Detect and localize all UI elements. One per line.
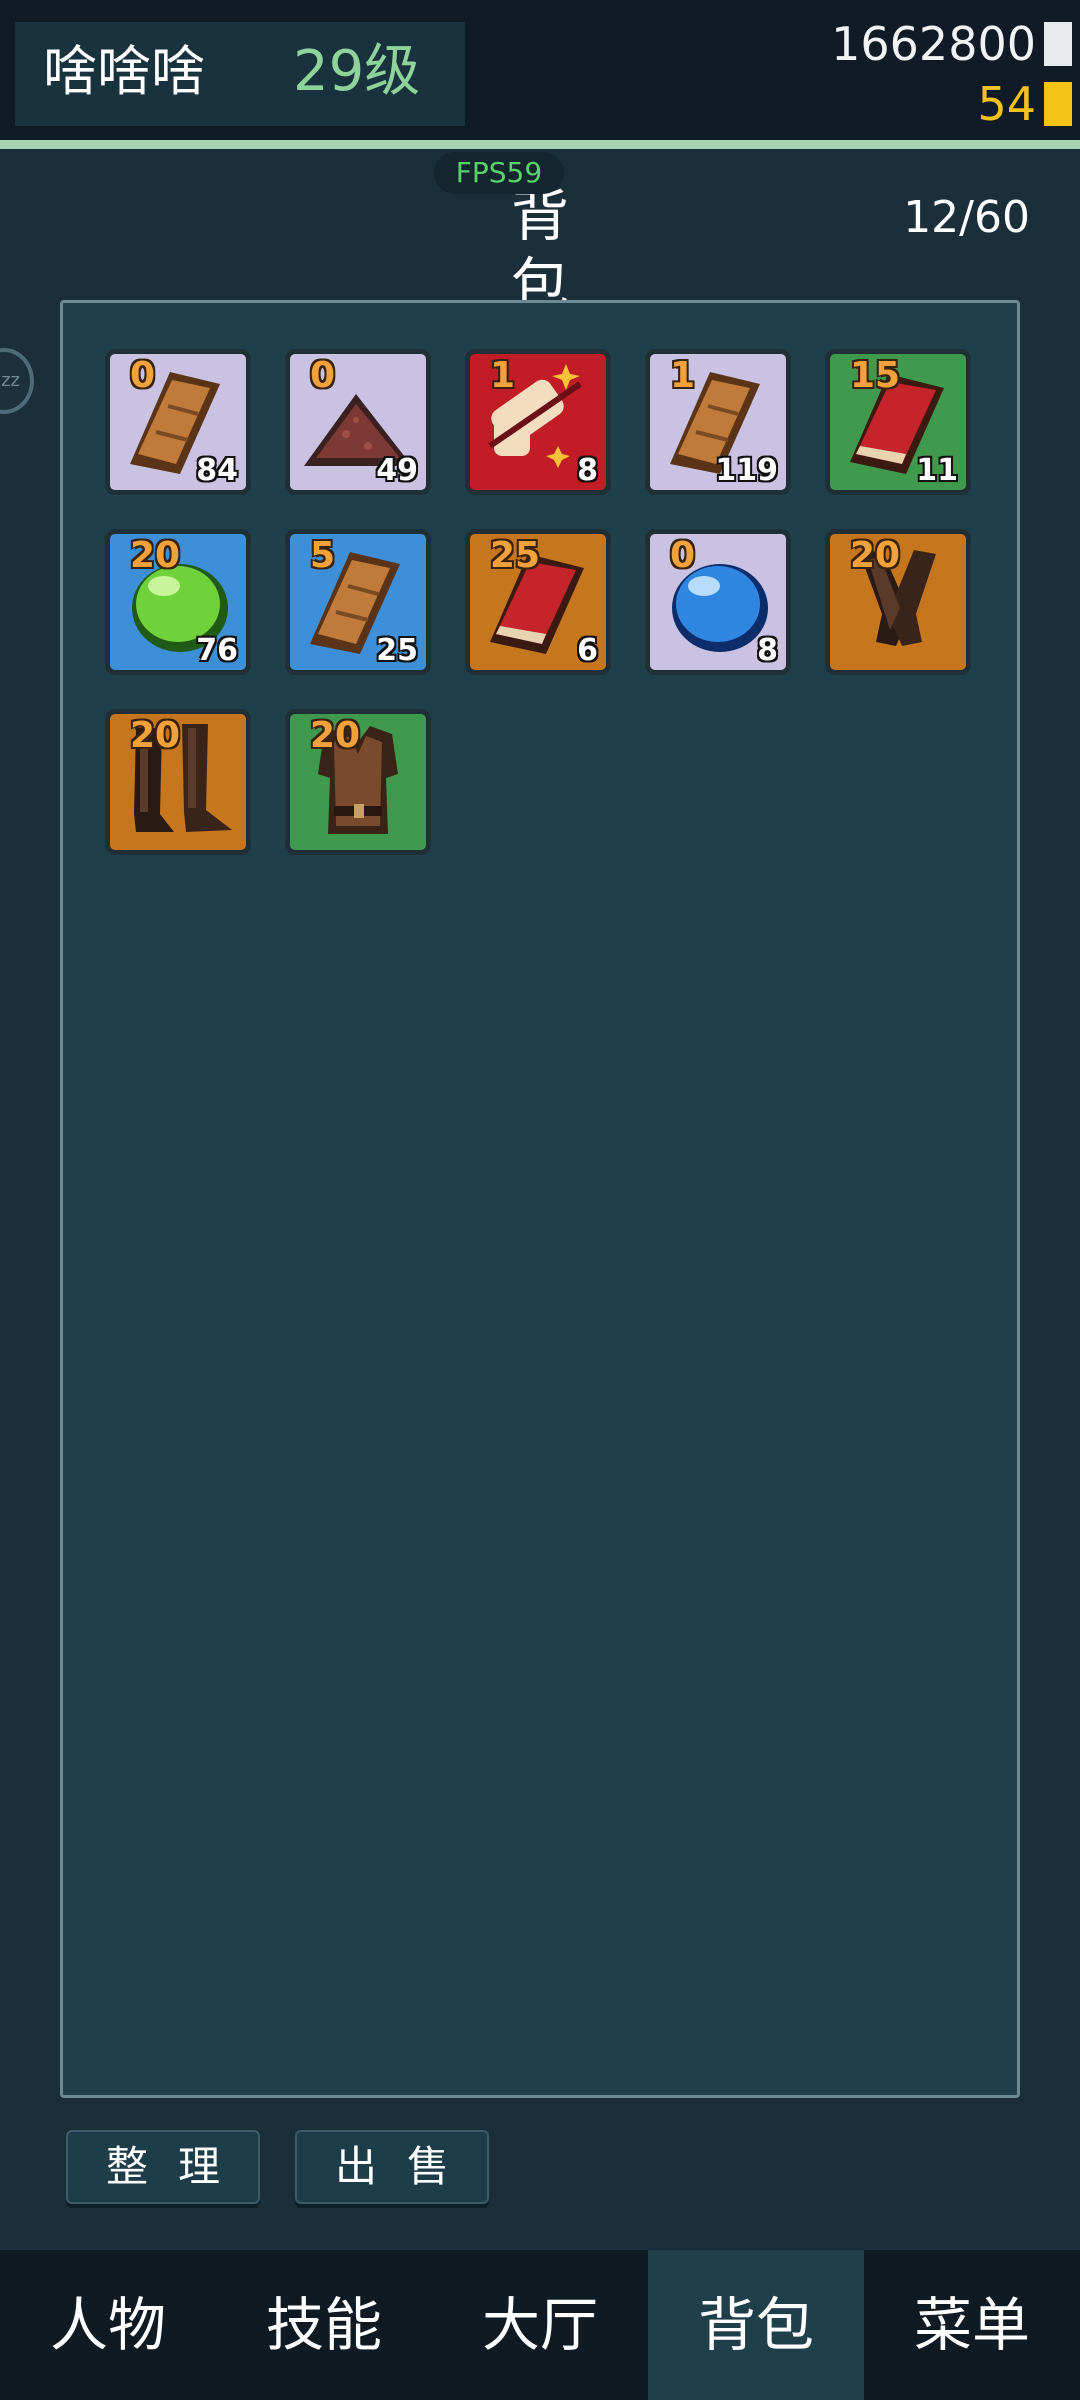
item-quantity: 6: [577, 633, 598, 668]
coin-icon: [1044, 22, 1072, 66]
header-divider: [0, 140, 1080, 149]
gem-counter: 54: [977, 77, 1072, 131]
enhance-level: 1: [490, 355, 516, 396]
item-quantity: 84: [196, 453, 238, 488]
inventory-slot[interactable]: 15 11: [825, 349, 971, 495]
inventory-slot[interactable]: 0 8: [645, 529, 791, 675]
inventory-slot[interactable]: 25 6: [465, 529, 611, 675]
gem-amount: 54: [977, 77, 1036, 131]
page-title: 背包: [510, 181, 609, 319]
enhance-level: 1: [670, 355, 696, 396]
sleep-badge-icon[interactable]: zz: [0, 348, 34, 414]
item-quantity: 49: [376, 453, 418, 488]
nav-tab-skills[interactable]: 技能: [216, 2250, 432, 2400]
item-quantity: 76: [196, 633, 238, 668]
inventory-slot[interactable]: 20: [825, 529, 971, 675]
gem-icon: [1044, 82, 1072, 126]
inventory-panel: 0 84 0 49 1 8 1 119 15 11 20 76 5 25 25 …: [60, 300, 1020, 2098]
inventory-slot[interactable]: 20 76: [105, 529, 251, 675]
enhance-level: 0: [310, 355, 336, 396]
enhance-level: 25: [490, 535, 541, 576]
enhance-level: 5: [310, 535, 336, 576]
player-level: 29级: [293, 39, 421, 104]
nav-tab-menu[interactable]: 菜单: [864, 2250, 1080, 2400]
item-quantity: 8: [757, 633, 778, 668]
enhance-level: 0: [670, 535, 696, 576]
enhance-level: 15: [850, 355, 901, 396]
coin-amount: 1662800: [831, 17, 1036, 71]
item-quantity: 25: [376, 633, 418, 668]
inventory-slot[interactable]: 0 84: [105, 349, 251, 495]
coin-counter: 1662800: [831, 17, 1072, 71]
player-name: 啥啥啥: [43, 40, 205, 103]
fps-counter: FPS59: [434, 152, 564, 194]
nav-tab-character[interactable]: 人物: [0, 2250, 216, 2400]
inventory-slot[interactable]: 0 49: [285, 349, 431, 495]
sell-button[interactable]: 出售: [295, 2130, 489, 2204]
inventory-slot[interactable]: 1 8: [465, 349, 611, 495]
nav-tab-lobby[interactable]: 大厅: [432, 2250, 648, 2400]
item-quantity: 8: [577, 453, 598, 488]
enhance-level: 0: [130, 355, 156, 396]
item-quantity: 119: [715, 453, 778, 488]
player-info[interactable]: 啥啥啥 29级: [15, 22, 465, 126]
inventory-slot[interactable]: 20: [105, 709, 251, 855]
inventory-slot[interactable]: 5 25: [285, 529, 431, 675]
enhance-level: 20: [310, 715, 361, 756]
nav-tab-bag[interactable]: 背包: [648, 2250, 864, 2400]
inventory-slot[interactable]: 1 119: [645, 349, 791, 495]
enhance-level: 20: [130, 715, 181, 756]
inventory-slot[interactable]: 20: [285, 709, 431, 855]
bottom-nav: 人物 技能 大厅 背包 菜单: [0, 2250, 1080, 2400]
sort-button[interactable]: 整理: [66, 2130, 260, 2204]
item-quantity: 11: [916, 453, 958, 488]
top-bar: 啥啥啥 29级 1662800 54: [0, 0, 1080, 140]
enhance-level: 20: [850, 535, 901, 576]
bag-capacity: 12/60: [903, 192, 1030, 243]
enhance-level: 20: [130, 535, 181, 576]
